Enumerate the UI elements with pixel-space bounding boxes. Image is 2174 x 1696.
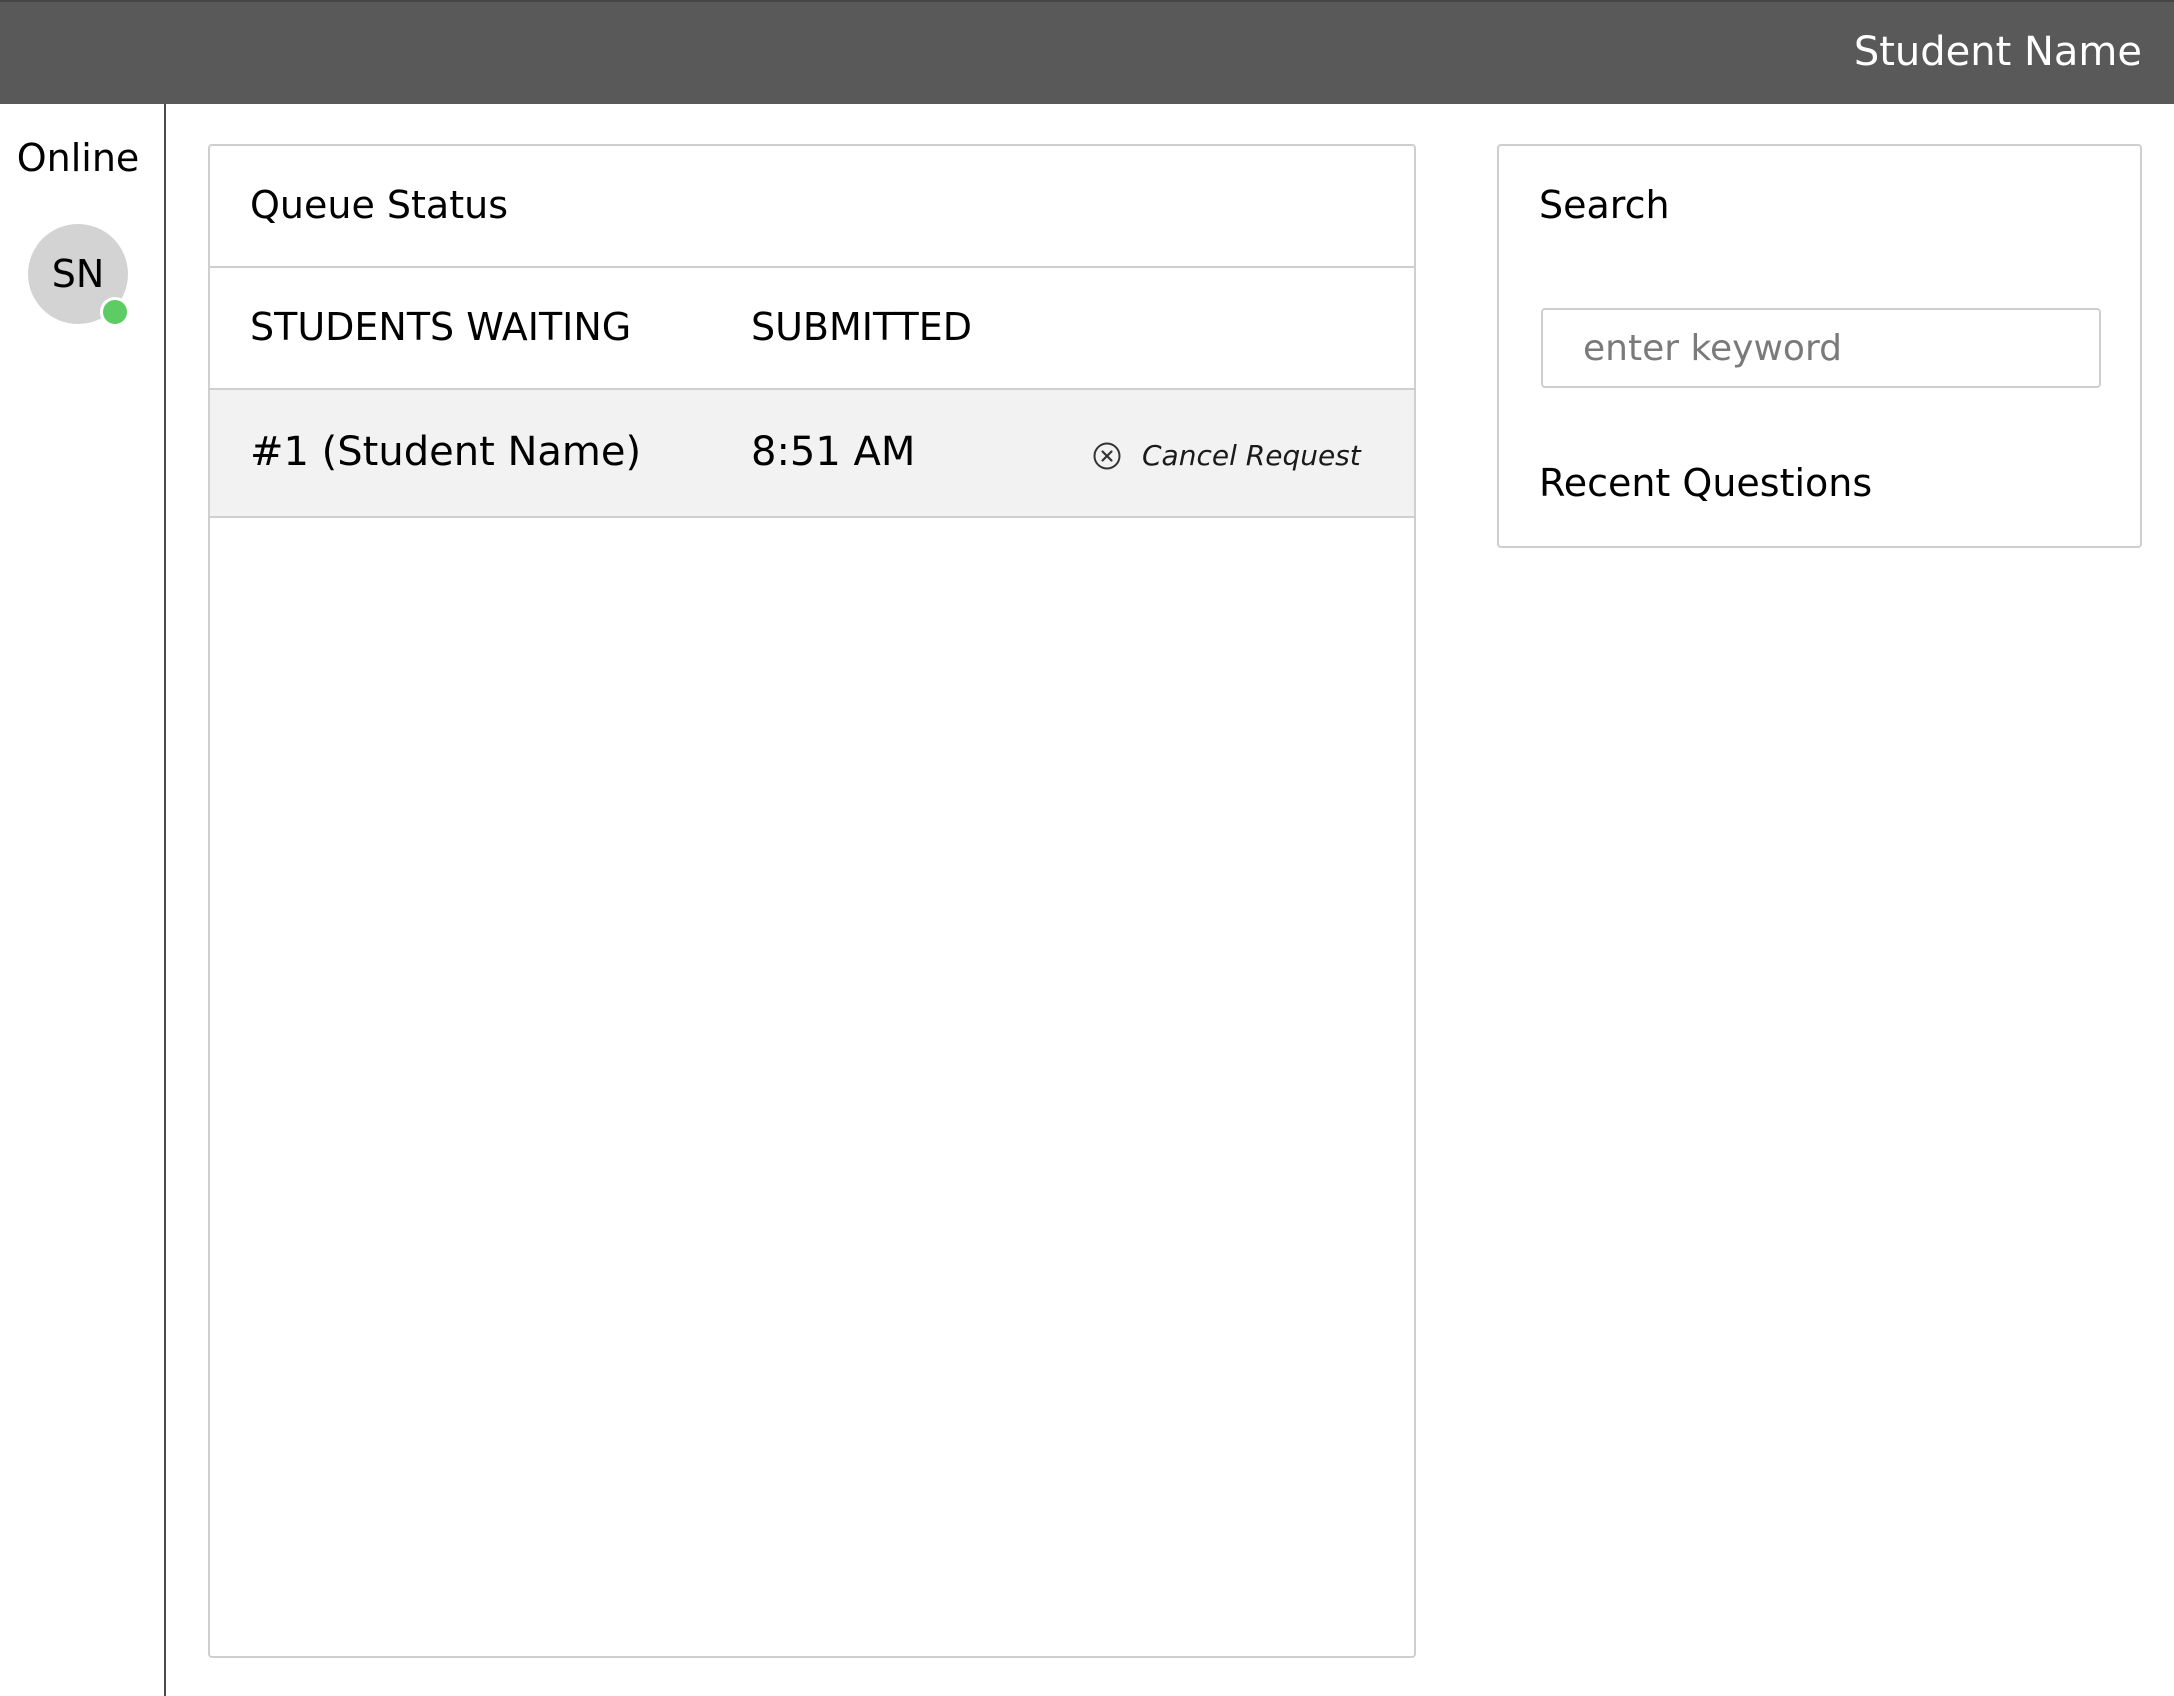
online-status-icon	[100, 297, 130, 327]
cancel-request-label: Cancel Request	[1142, 439, 1361, 472]
table-row: #1 (Student Name) 8:51 AM Cancel Request	[210, 388, 1414, 518]
search-input[interactable]	[1541, 308, 2101, 388]
divider	[210, 266, 1414, 268]
queue-status-title: Queue Status	[250, 183, 509, 227]
circle-x-icon	[1093, 442, 1121, 470]
column-header-submitted: SUBMITTED	[751, 305, 973, 349]
user-name[interactable]: Student Name	[1854, 26, 2142, 78]
online-heading: Online	[16, 136, 140, 180]
cancel-request-button[interactable]: Cancel Request	[1092, 434, 1361, 478]
column-header-students-waiting: STUDENTS WAITING	[250, 305, 632, 349]
queue-submitted-time: 8:51 AM	[751, 429, 916, 475]
search-panel: Search Recent Questions	[1497, 144, 2142, 548]
sidebar: Online SN	[0, 104, 166, 1696]
queue-student-name: #1 (Student Name)	[250, 429, 642, 475]
recent-questions-title: Recent Questions	[1539, 461, 1873, 505]
search-title: Search	[1539, 183, 1670, 227]
top-bar: Student Name	[0, 0, 2174, 104]
queue-status-panel: Queue Status STUDENTS WAITING SUBMITTED …	[208, 144, 1416, 1658]
